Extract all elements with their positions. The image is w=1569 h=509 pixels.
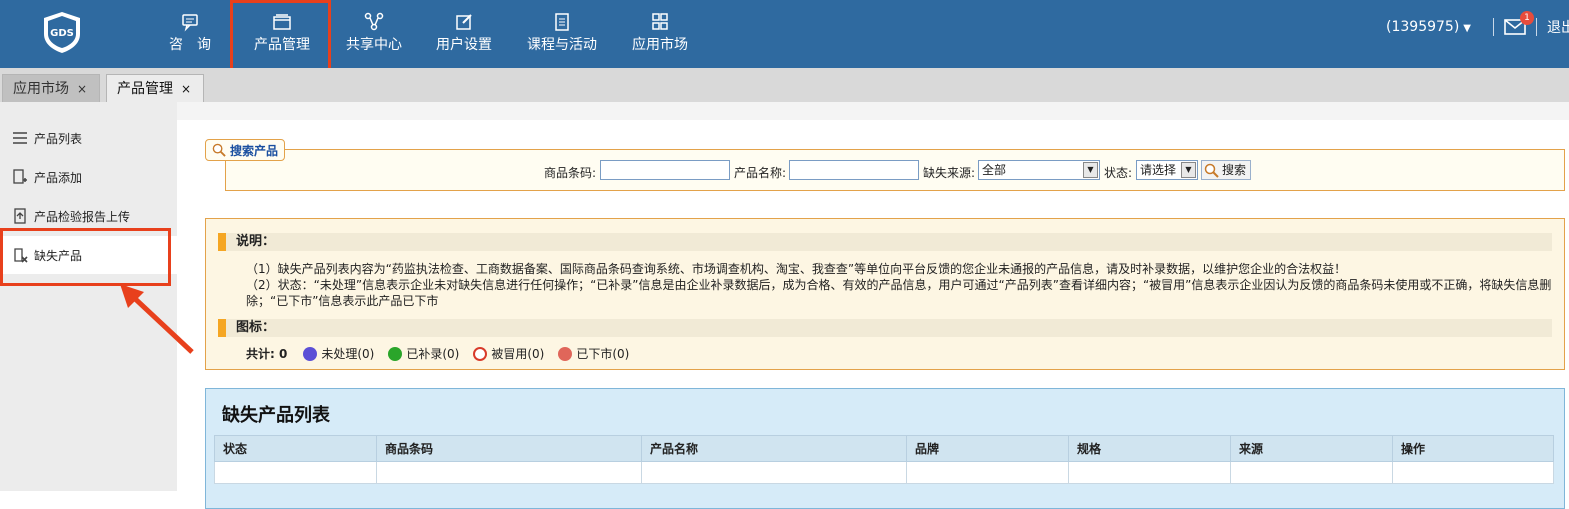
sidebar-item-label: 产品添加 [34, 170, 83, 185]
search-button[interactable]: 搜索 [1201, 160, 1252, 180]
sidebar-item-product-list[interactable]: 产品列表 [0, 119, 177, 157]
product-table: 状态 商品条码 产品名称 品牌 规格 来源 操作 [214, 435, 1554, 484]
divider [1493, 18, 1494, 36]
search-panel: 商品条码: 产品名称: 缺失来源: 全部 ▼ 状态: 请选择 ▼ 搜索 [225, 149, 1565, 191]
notice-line-2: （2）状态：“未处理”信息表示企业未对缺失信息进行任何操作；“已补录”信息是由企… [246, 278, 1552, 308]
legend-label: 已下市(0) [576, 347, 630, 361]
col-source[interactable]: 来源 [1230, 435, 1393, 462]
tab-bar: 应用市场 × 产品管理 × [0, 68, 1569, 102]
col-product-name[interactable]: 产品名称 [641, 435, 907, 462]
legend-label: 未处理(0) [321, 347, 375, 361]
barcode-input[interactable] [600, 160, 730, 180]
source-selected: 全部 [982, 163, 1007, 177]
nav-user-settings[interactable]: 用户设置 [432, 12, 496, 54]
tab-label: 产品管理 [117, 81, 173, 97]
user-menu[interactable]: (1395975) ▼ [1386, 19, 1471, 35]
source-label: 缺失来源: [923, 166, 976, 180]
user-id: (1395975) [1386, 19, 1460, 35]
total-count: 共计: 0 [246, 347, 288, 361]
tab-label: 应用市场 [13, 81, 69, 97]
chevron-down-icon: ▼ [1181, 162, 1196, 178]
source-select[interactable]: 全部 ▼ [978, 160, 1100, 180]
status-label: 状态: [1104, 166, 1133, 180]
search-icon [212, 143, 226, 157]
search-legend: 搜索产品 [205, 139, 286, 161]
table-row [214, 461, 1554, 484]
nav-share-center[interactable]: 共享中心 [342, 12, 406, 54]
list-icon [13, 132, 27, 144]
table-header-row: 状态 商品条码 产品名称 品牌 规格 来源 操作 [214, 435, 1554, 462]
notice-panel: 说明： （1）缺失产品列表内容为“药监执法检查、工商数据备案、国际商品条码查询系… [205, 218, 1565, 370]
status-select[interactable]: 请选择 ▼ [1136, 160, 1198, 180]
sidebar-item-product-add[interactable]: 产品添加 [0, 158, 177, 196]
upload-doc-icon [14, 208, 26, 224]
status-selected: 请选择 [1140, 163, 1177, 177]
status-legend: 共计: 0 未处理(0) 已补录(0) 被冒用(0) 已下市(0) [246, 345, 643, 362]
nav-courses-events[interactable]: 课程与活动 [524, 12, 600, 54]
search-legend-label: 搜索产品 [230, 143, 279, 158]
col-actions[interactable]: 操作 [1392, 435, 1554, 462]
nav-label: 共享中心 [346, 37, 402, 53]
edit-icon [456, 14, 472, 30]
user-area: (1395975) ▼ 1 退出 [1386, 11, 1569, 39]
main-content: 商品条码: 产品名称: 缺失来源: 全部 ▼ 状态: 请选择 ▼ 搜索 搜索产品 [177, 102, 1569, 509]
chevron-down-icon: ▼ [1083, 162, 1098, 178]
document-icon [555, 13, 569, 31]
annotation-arrow [120, 284, 194, 354]
alert-icon [558, 346, 573, 361]
share-icon [364, 12, 384, 31]
forbidden-icon [473, 346, 488, 361]
nav-app-market[interactable]: 应用市场 [628, 12, 692, 54]
sidebar-item-label: 产品检验报告上传 [34, 209, 131, 224]
legend-label: 已补录(0) [406, 347, 460, 361]
mail-button[interactable]: 1 [1504, 11, 1534, 35]
close-icon[interactable]: × [77, 82, 87, 96]
search-icon [1204, 163, 1219, 178]
col-barcode[interactable]: 商品条码 [376, 435, 642, 462]
col-status[interactable]: 状态 [214, 435, 377, 462]
gds-logo[interactable]: GDS [40, 10, 84, 54]
sidebar-item-label: 产品列表 [34, 131, 83, 146]
product-name-input[interactable] [789, 160, 919, 180]
legend-misused: 被冒用(0) [473, 345, 544, 362]
content-panel: 商品条码: 产品名称: 缺失来源: 全部 ▼ 状态: 请选择 ▼ 搜索 搜索产品 [177, 120, 1569, 509]
grid-icon [652, 13, 668, 30]
highlight-box [230, 0, 331, 77]
add-doc-icon [13, 169, 27, 184]
notice-heading: 说明： [218, 233, 1552, 251]
close-icon[interactable]: × [181, 82, 191, 96]
notice-line-1: （1）缺失产品列表内容为“药监执法检查、工商数据备案、国际商品条码查询系统、市场… [246, 262, 1347, 276]
col-brand[interactable]: 品牌 [906, 435, 1069, 462]
nav-label: 用户设置 [436, 37, 492, 53]
check-icon [388, 346, 403, 361]
tab-app-market[interactable]: 应用市场 × [2, 74, 100, 102]
search-button-label: 搜索 [1222, 163, 1247, 177]
unprocessed-icon [303, 346, 318, 361]
nav-label: 课程与活动 [527, 37, 597, 53]
legend-unprocessed: 未处理(0) [303, 345, 374, 362]
mail-badge: 1 [1520, 11, 1534, 25]
logo-text: GDS [50, 28, 74, 39]
nav-label: 应用市场 [632, 37, 688, 53]
logout-link[interactable]: 退出 [1547, 17, 1569, 37]
divider [1536, 18, 1537, 36]
chat-icon [182, 14, 198, 32]
legend-heading: 图标： [218, 319, 1552, 337]
nav-label: 咨 询 [169, 37, 211, 53]
product-name-label: 产品名称: [734, 166, 787, 180]
legend-label: 被冒用(0) [491, 347, 545, 361]
caret-down-icon: ▼ [1463, 23, 1471, 34]
barcode-label: 商品条码: [544, 166, 597, 180]
legend-recorded: 已补录(0) [388, 345, 459, 362]
list-title: 缺失产品列表 [222, 405, 330, 426]
col-spec[interactable]: 规格 [1068, 435, 1231, 462]
legend-delisted: 已下市(0) [558, 345, 629, 362]
tab-product-management[interactable]: 产品管理 × [106, 74, 204, 102]
nav-consult[interactable]: 咨 询 [160, 12, 220, 54]
